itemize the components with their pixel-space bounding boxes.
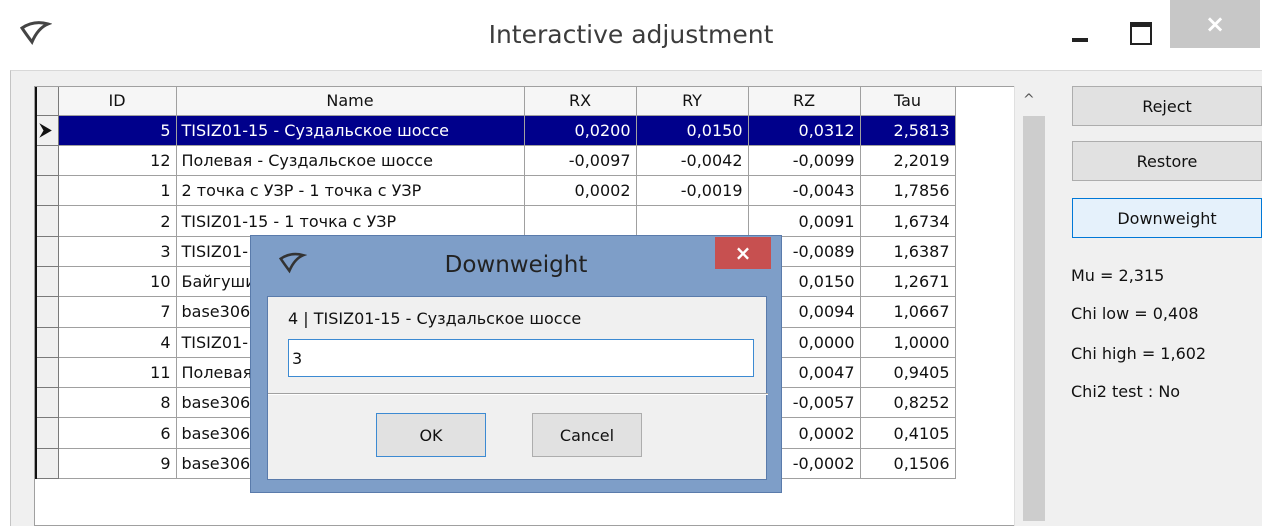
cell-id[interactable]: 10: [58, 266, 177, 298]
cell-id[interactable]: 3: [58, 236, 177, 267]
cell-tau[interactable]: 1,7856: [860, 175, 956, 207]
row-indicator[interactable]: ⮞: [35, 115, 59, 146]
row-indicator-header: [35, 87, 59, 116]
cell-name[interactable]: TISIZ01-15 - Суздальское шоссе: [176, 115, 525, 146]
cell-rz[interactable]: -0,0043: [748, 175, 861, 207]
cell-rx[interactable]: 0,0002: [524, 175, 637, 207]
dialog-close-button[interactable]: ×: [715, 237, 771, 269]
cell-tau[interactable]: 0,4105: [860, 417, 956, 449]
cell-id[interactable]: 1: [58, 175, 177, 207]
row-indicator[interactable]: [35, 145, 59, 177]
table-row[interactable]: ⮞ 5 TISIZ01-15 - Суздальское шоссе 0,0200 0,…: [35, 115, 956, 146]
reject-button[interactable]: Reject: [1072, 86, 1262, 126]
cell-id[interactable]: 8: [58, 387, 177, 419]
column-header-rx[interactable]: RX: [524, 87, 637, 116]
row-indicator[interactable]: [35, 357, 59, 389]
downweight-dialog: Downweight × 4 | TISIZ01-15 - Суздальско…: [250, 235, 782, 493]
dialog-divider: [268, 393, 768, 395]
cell-id[interactable]: 11: [58, 357, 177, 389]
cell-tau[interactable]: 0,9405: [860, 357, 956, 389]
cell-tau[interactable]: 2,5813: [860, 115, 956, 146]
cell-id[interactable]: 4: [58, 327, 177, 358]
column-header-id[interactable]: ID: [58, 87, 177, 116]
maximize-button[interactable]: [1120, 6, 1160, 56]
cell-rx[interactable]: [524, 205, 637, 237]
cell-id[interactable]: 6: [58, 417, 177, 449]
current-row-arrow-icon: ⮞: [40, 120, 52, 140]
row-indicator[interactable]: [35, 175, 59, 207]
cell-id[interactable]: 7: [58, 296, 177, 328]
window-title-bar: Interactive adjustment ×: [0, 0, 1262, 72]
row-indicator[interactable]: [35, 296, 59, 328]
dialog-body: 4 | TISIZ01-15 - Суздальское шоссе OK Ca…: [267, 296, 768, 480]
cell-rz[interactable]: 0,0312: [748, 115, 861, 146]
grid-vertical-scrollbar[interactable]: ^: [1014, 86, 1052, 526]
cell-tau[interactable]: 1,6734: [860, 205, 956, 237]
dialog-observation-label: 4 | TISIZ01-15 - Суздальское шоссе: [288, 309, 582, 328]
row-indicator[interactable]: [35, 266, 59, 298]
cell-name[interactable]: TISIZ01-15 - 1 точка с УЗР: [176, 205, 525, 237]
column-header-name[interactable]: Name: [176, 87, 525, 116]
cell-tau[interactable]: 1,2671: [860, 266, 956, 298]
row-indicator[interactable]: [35, 387, 59, 419]
row-indicator[interactable]: [35, 236, 59, 267]
cell-name[interactable]: 2 точка с УЗР - 1 точка с УЗР: [176, 175, 525, 207]
cell-name[interactable]: Полевая - Суздальское шоссе: [176, 145, 525, 177]
cell-id[interactable]: 5: [58, 115, 177, 146]
cell-ry[interactable]: -0,0042: [636, 145, 749, 177]
table-row[interactable]: 2 TISIZ01-15 - 1 точка с УЗР 0,0091 1,6734: [35, 205, 956, 237]
chi-low-value: Chi low = 0,408: [1071, 304, 1199, 323]
chi2-test-value: Chi2 test : No: [1071, 382, 1181, 401]
mu-value: Mu = 2,315: [1071, 266, 1165, 285]
weight-input[interactable]: [288, 339, 754, 377]
row-indicator[interactable]: [35, 327, 59, 358]
scroll-up-arrow-icon[interactable]: ^: [1023, 92, 1035, 108]
downweight-button[interactable]: Downweight: [1072, 198, 1262, 238]
cell-tau[interactable]: 0,8252: [860, 387, 956, 419]
cell-ry[interactable]: 0,0150: [636, 115, 749, 146]
table-row[interactable]: 12 точка с УЗР - 1 точка с УЗР 0,0002 -0,0…: [35, 175, 956, 207]
cell-tau[interactable]: 1,6387: [860, 236, 956, 267]
cell-rz[interactable]: -0,0099: [748, 145, 861, 177]
cell-tau[interactable]: 1,0667: [860, 296, 956, 328]
row-indicator[interactable]: [35, 448, 59, 480]
scrollbar-thumb[interactable]: [1023, 116, 1045, 521]
grid-header-row: ID Name RX RY RZ Tau: [35, 87, 956, 116]
cell-id[interactable]: 2: [58, 205, 177, 237]
close-button[interactable]: ×: [1170, 0, 1260, 48]
cell-ry[interactable]: -0,0019: [636, 175, 749, 207]
cell-tau[interactable]: 1,0000: [860, 327, 956, 358]
dialog-title: Downweight: [444, 252, 588, 278]
cell-id[interactable]: 12: [58, 145, 177, 177]
cell-tau[interactable]: 0,1506: [860, 448, 956, 480]
cell-rx[interactable]: 0,0200: [524, 115, 637, 146]
row-indicator[interactable]: [35, 417, 59, 449]
column-header-ry[interactable]: RY: [636, 87, 749, 116]
cancel-button[interactable]: Cancel: [532, 413, 642, 457]
minimize-button[interactable]: [1060, 6, 1100, 56]
chi-high-value: Chi high = 1,602: [1071, 344, 1207, 363]
ok-button[interactable]: OK: [376, 413, 486, 457]
cell-id[interactable]: 9: [58, 448, 177, 480]
cell-tau[interactable]: 2,2019: [860, 145, 956, 177]
cell-ry[interactable]: [636, 205, 749, 237]
cell-rx[interactable]: -0,0097: [524, 145, 637, 177]
restore-button[interactable]: Restore: [1072, 141, 1262, 181]
column-header-rz[interactable]: RZ: [748, 87, 861, 116]
column-header-tau[interactable]: Tau: [860, 87, 956, 116]
row-indicator[interactable]: [35, 205, 59, 237]
cell-rz[interactable]: 0,0091: [748, 205, 861, 237]
table-row[interactable]: 12 Полевая - Суздальское шоссе -0,0097 -0,0…: [35, 145, 956, 177]
